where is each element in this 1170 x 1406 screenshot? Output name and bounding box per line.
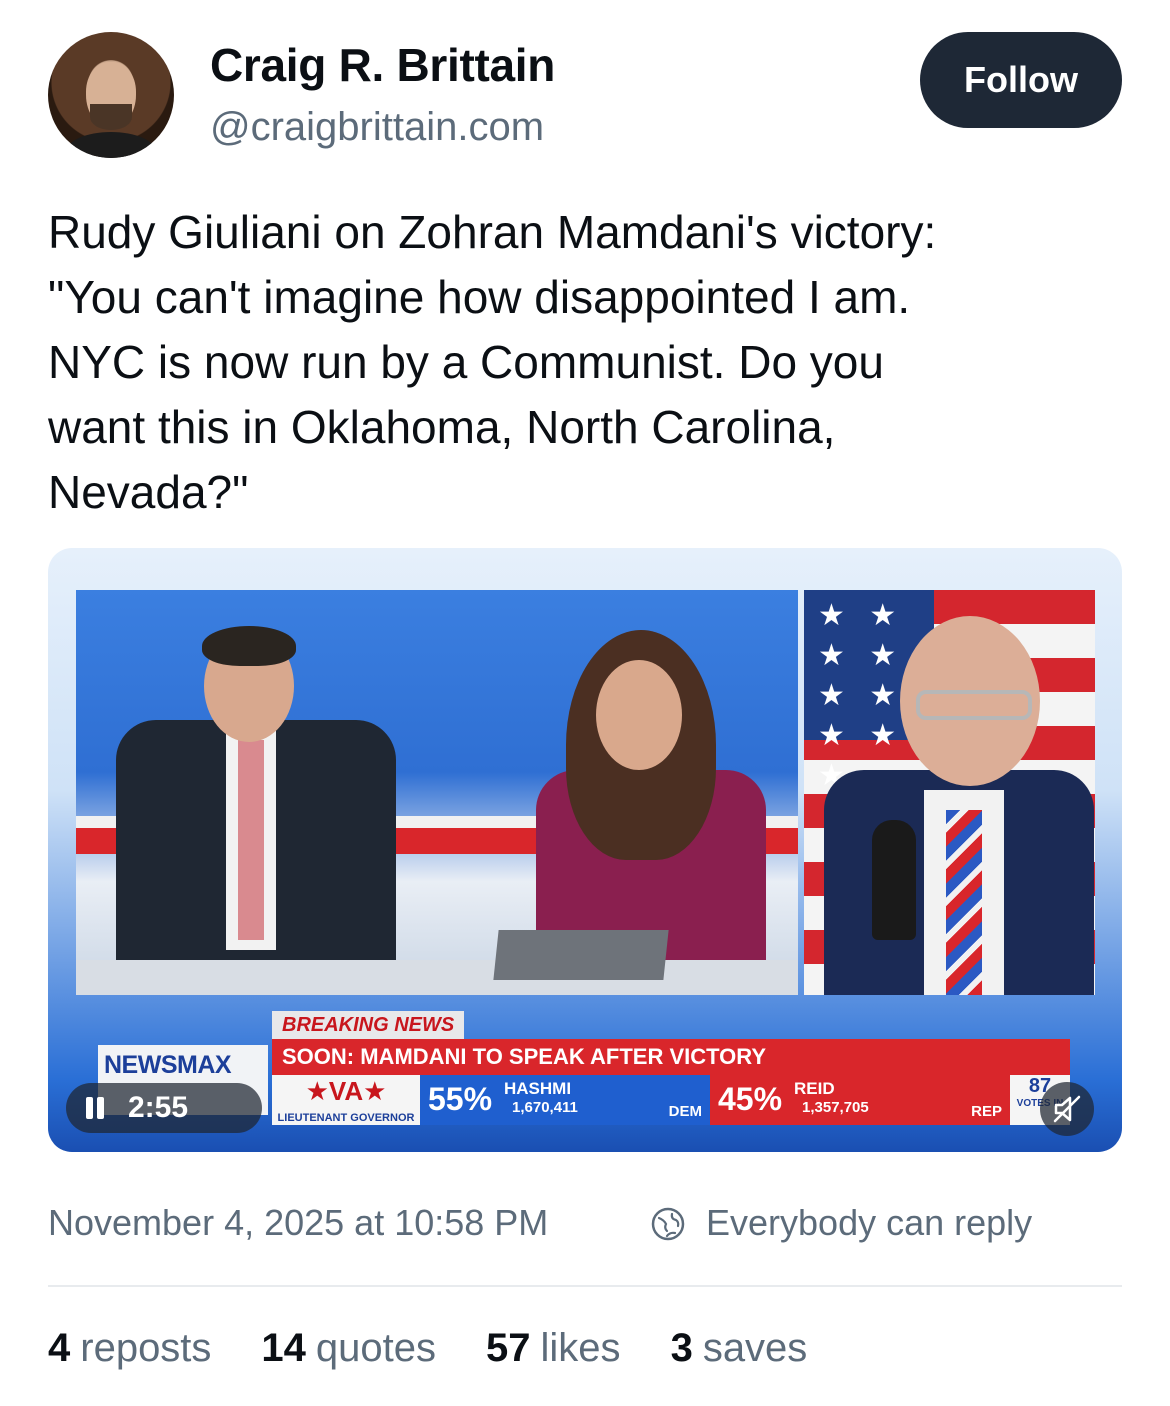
laptop [493, 930, 669, 980]
ticker-state: ★VA★ LIEUTENANT GOVERNOR [272, 1075, 420, 1125]
post: Craig R. Brittain @craigbrittain.com Fol… [0, 0, 1170, 1406]
reposts-count[interactable]: 4 reposts [48, 1326, 211, 1371]
video-frame-remote: ★ ★ ★ ★ ★ ★ ★ ★ ★ [804, 590, 1095, 995]
ticker-rep: 45% REID 1,357,705 REP [710, 1075, 1010, 1125]
microphone-icon [872, 820, 916, 940]
dem-percent: 55% [428, 1081, 493, 1117]
glasses-icon [916, 690, 1032, 720]
stat-label: likes [540, 1326, 621, 1370]
author-avatar[interactable] [48, 32, 174, 158]
studio-desk [76, 960, 798, 995]
stat-label: quotes [315, 1326, 437, 1370]
anchor-center-head [596, 660, 682, 770]
rep-percent: 45% [718, 1081, 783, 1117]
ticker-dem: 55% HASHMI 1,670,411 DEM [420, 1075, 710, 1125]
dem-candidate: HASHMI [504, 1079, 572, 1098]
muted-speaker-icon [1053, 1095, 1081, 1123]
guest-tie [946, 810, 982, 995]
reply-setting: Everybody can reply [706, 1202, 1033, 1243]
playback-control[interactable]: 2:55 [66, 1083, 262, 1133]
headline-banner: SOON: MAMDANI TO SPEAK AFTER VICTORY [272, 1039, 1070, 1075]
likes-count[interactable]: 57 likes [486, 1326, 621, 1371]
author-display-name[interactable]: Craig R. Brittain [210, 38, 555, 92]
time-remaining: 2:55 [128, 1091, 189, 1124]
author-handle[interactable]: @craigbrittain.com [210, 105, 544, 150]
pause-icon[interactable] [84, 1097, 106, 1119]
dem-votes: 1,670,411 [512, 1099, 578, 1116]
stat-count: 4 [48, 1326, 71, 1370]
stat-label: reposts [80, 1326, 212, 1370]
dem-party: DEM [668, 1103, 702, 1120]
rep-candidate: REID [794, 1079, 835, 1098]
anchor-left-tie [238, 740, 264, 940]
video-frame-studio [76, 590, 798, 995]
saves-count[interactable]: 3 saves [671, 1326, 808, 1371]
divider [48, 1285, 1122, 1287]
race-label: LIEUTENANT GOVERNOR [277, 1112, 415, 1124]
stat-count: 57 [486, 1326, 531, 1370]
stat-count: 14 [261, 1326, 306, 1370]
post-text: Rudy Giuliani on Zohran Mamdani's victor… [48, 206, 937, 518]
quotes-count[interactable]: 14 quotes [261, 1326, 436, 1371]
state-label: ★VA★ [305, 1076, 387, 1106]
follow-button[interactable]: Follow [920, 32, 1122, 128]
rep-party: REP [971, 1103, 1002, 1120]
video-player[interactable]: ★ ★ ★ ★ ★ ★ ★ ★ ★ BREAKING NEWS SOON: MA… [48, 548, 1122, 1152]
mute-button[interactable] [1040, 1082, 1094, 1136]
breaking-news-label: BREAKING NEWS [272, 1011, 465, 1039]
rep-votes: 1,357,705 [802, 1099, 869, 1116]
stat-count: 3 [670, 1326, 693, 1370]
post-timestamp[interactable]: November 4, 2025 at 10:58 PM [48, 1202, 548, 1244]
engagement-stats: 4 reposts 14 quotes 57 likes 3 saves [48, 1326, 807, 1371]
reply-globe-icon [651, 1207, 685, 1241]
avatar-shirt [66, 132, 156, 158]
avatar-beard [90, 104, 132, 130]
anchor-left-hair [202, 626, 296, 666]
stat-label: saves [702, 1326, 808, 1370]
